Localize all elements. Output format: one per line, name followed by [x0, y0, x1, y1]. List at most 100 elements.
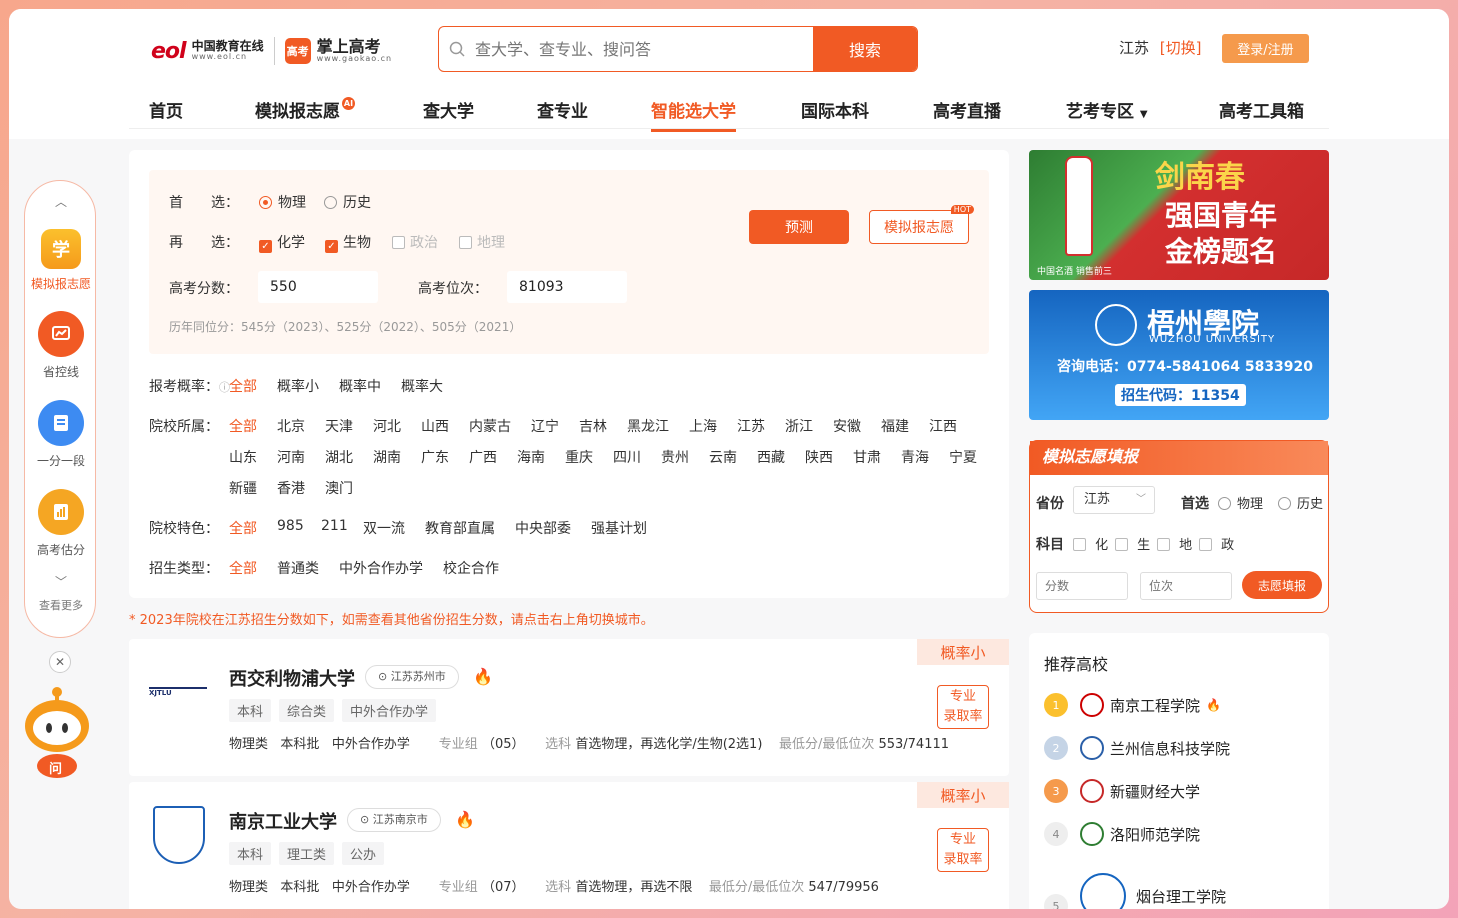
submit-button[interactable]: 志愿填报	[1242, 571, 1322, 599]
first-option-physics[interactable]: 物理	[259, 192, 306, 212]
filter-option[interactable]: 江苏	[737, 416, 765, 436]
score-input[interactable]	[1036, 572, 1128, 600]
filter-option[interactable]: 985	[277, 518, 304, 534]
filter-option[interactable]: 中外合作办学	[339, 558, 423, 578]
filter-option[interactable]: 内蒙古	[469, 416, 511, 436]
filter-option[interactable]: 广东	[421, 447, 449, 467]
simulate-button[interactable]: 模拟报志愿 HOT	[869, 205, 974, 244]
prob-mid[interactable]: 概率中	[339, 376, 381, 396]
nav-live[interactable]: 高考直播	[933, 97, 1001, 122]
first-option-history[interactable]: 历史	[1278, 493, 1323, 512]
recommend-item[interactable]: 5 烟台理工学院	[1044, 873, 1226, 909]
subject-pol[interactable]: 政	[1199, 534, 1234, 553]
admission-rate-button[interactable]: 专业 录取率	[937, 828, 989, 872]
filter-option[interactable]: 澳门	[325, 478, 353, 498]
filter-option[interactable]: 上海	[689, 416, 717, 436]
switch-province-link[interactable]: [切换]	[1160, 39, 1202, 57]
first-option-physics[interactable]: 物理	[1218, 493, 1263, 512]
sidebar-item-score-segment[interactable]: 一分一段	[25, 400, 97, 469]
filter-option[interactable]: 黑龙江	[627, 416, 669, 436]
search-input[interactable]	[475, 27, 813, 71]
nav-simulate[interactable]: 模拟报志愿 AI	[255, 97, 355, 122]
nav-colleges[interactable]: 查大学	[423, 97, 474, 122]
prob-high[interactable]: 概率大	[401, 376, 443, 396]
filter-option[interactable]: 新疆	[229, 478, 257, 498]
college-name[interactable]: 西交利物浦大学	[229, 665, 355, 691]
filter-option[interactable]: 福建	[881, 416, 909, 436]
filter-option[interactable]: 安徽	[833, 416, 861, 436]
filter-option[interactable]: 云南	[709, 447, 737, 467]
filter-option[interactable]: 河南	[277, 447, 305, 467]
login-button[interactable]: 登录/注册	[1222, 34, 1309, 63]
rank-input[interactable]: 81093	[507, 271, 627, 303]
see-more-link[interactable]: 查看更多	[25, 597, 97, 613]
filter-option[interactable]: 甘肃	[853, 447, 881, 467]
filter-option[interactable]: 重庆	[565, 447, 593, 467]
close-icon[interactable]: ✕	[49, 651, 71, 673]
mascot-icon[interactable]: 问	[17, 684, 97, 779]
filter-option[interactable]: 四川	[613, 447, 641, 467]
filter-option[interactable]: 普通类	[277, 558, 319, 578]
filter-option[interactable]: 吉林	[579, 416, 607, 436]
nav-art[interactable]: 艺考专区 ▼	[1066, 97, 1148, 122]
logo[interactable]: eol 中国教育在线 www.eol.cn 高考 掌上高考 www.gaokao…	[151, 31, 392, 71]
subject-geo[interactable]: 地	[1157, 534, 1192, 553]
ad-banner-wuzhou[interactable]: 梧州學院 WUZHOU UNIVERSITY 咨询电话：0774-5841064…	[1029, 290, 1329, 420]
filter-option[interactable]: 青海	[901, 447, 929, 467]
chevron-down-icon[interactable]: ﹀	[25, 573, 97, 590]
filter-option[interactable]: 中央部委	[515, 518, 571, 538]
college-name[interactable]: 南京工业大学	[229, 808, 337, 834]
predict-button[interactable]: 预测	[749, 210, 849, 244]
filter-option[interactable]: 宁夏	[949, 447, 977, 467]
filter-option[interactable]: 贵州	[661, 447, 689, 467]
sidebar-item-control-line[interactable]: 省控线	[25, 311, 97, 380]
college-card[interactable]: XJTLU 概率小 西交利物浦大学 ⊙ 江苏苏州市 🔥 本科 综合类 中外合作办…	[129, 639, 1009, 776]
filter-option[interactable]: 天津	[325, 416, 353, 436]
filter-option[interactable]: 校企合作	[443, 558, 499, 578]
score-input[interactable]: 550	[258, 271, 378, 303]
nav-home[interactable]: 首页	[149, 97, 183, 122]
second-option-chemistry[interactable]: ✓ 化学	[259, 232, 305, 253]
filter-option[interactable]: 广西	[469, 447, 497, 467]
filter-option[interactable]: 北京	[277, 416, 305, 436]
subject-bio[interactable]: 生	[1115, 534, 1150, 553]
filter-option[interactable]: 海南	[517, 447, 545, 467]
second-option-geography[interactable]: 地理	[459, 232, 505, 252]
sidebar-item-estimate[interactable]: 高考估分	[25, 489, 97, 558]
filter-option[interactable]: 浙江	[785, 416, 813, 436]
nav-international[interactable]: 国际本科	[801, 97, 869, 122]
prob-all[interactable]: 全部	[229, 376, 257, 396]
filter-option[interactable]: 江西	[929, 416, 957, 436]
filter-option[interactable]: 教育部直属	[425, 518, 495, 538]
filter-option[interactable]: 211	[321, 518, 348, 534]
filter-option[interactable]: 全部	[229, 416, 257, 436]
first-option-history[interactable]: 历史	[324, 192, 371, 212]
admission-rate-button[interactable]: 专业 录取率	[937, 685, 989, 729]
nav-smart-select[interactable]: 智能选大学	[651, 97, 736, 132]
second-option-politics[interactable]: 政治	[392, 232, 438, 252]
filter-option[interactable]: 山西	[421, 416, 449, 436]
filter-option[interactable]: 香港	[277, 478, 305, 498]
filter-option[interactable]: 全部	[229, 518, 257, 538]
ad-banner-jiannanchun[interactable]: 剑南春 强国青年 金榜题名 中国名酒 销售前三	[1029, 150, 1329, 280]
nav-majors[interactable]: 查专业	[537, 97, 588, 122]
filter-option[interactable]: 山东	[229, 447, 257, 467]
prob-low[interactable]: 概率小	[277, 376, 319, 396]
filter-option[interactable]: 双一流	[363, 518, 405, 538]
recommend-item[interactable]: 1 南京工程学院 🔥	[1044, 693, 1221, 717]
nav-toolbox[interactable]: 高考工具箱	[1219, 97, 1304, 122]
filter-option[interactable]: 陕西	[805, 447, 833, 467]
rank-input[interactable]	[1140, 572, 1232, 600]
chevron-up-icon[interactable]: ︿	[25, 193, 97, 210]
college-card[interactable]: 概率小 南京工业大学 ⊙ 江苏南京市 🔥 本科 理工类 公办 物理类 本科批 中…	[129, 782, 1009, 909]
filter-option[interactable]: 强基计划	[591, 518, 647, 538]
search-button[interactable]: 搜索	[813, 27, 917, 71]
filter-option[interactable]: 西藏	[757, 447, 785, 467]
subject-chem[interactable]: 化	[1073, 534, 1108, 553]
recommend-item[interactable]: 3 新疆财经大学	[1044, 779, 1200, 803]
filter-option[interactable]: 河北	[373, 416, 401, 436]
filter-option[interactable]: 辽宁	[531, 416, 559, 436]
filter-option[interactable]: 全部	[229, 558, 257, 578]
sidebar-item-simulate[interactable]: 学 模拟报志愿	[25, 229, 97, 292]
recommend-item[interactable]: 4 洛阳师范学院	[1044, 822, 1200, 846]
